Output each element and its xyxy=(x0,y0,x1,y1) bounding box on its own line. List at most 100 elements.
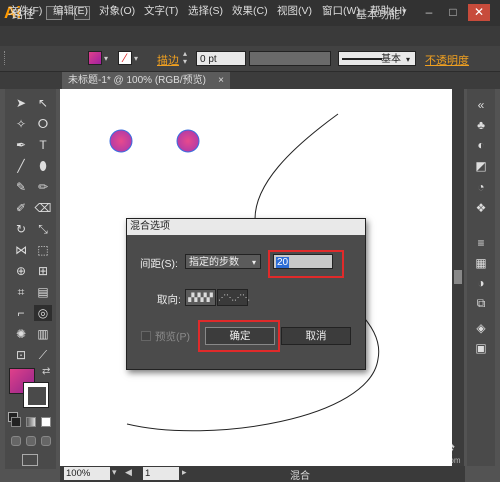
fill-swatch[interactable] xyxy=(88,51,102,65)
perspective-grid-tool-icon[interactable]: ⊞ xyxy=(34,263,52,279)
blend-tool-icon[interactable]: ◎ xyxy=(34,305,52,321)
maximize-button[interactable]: □ xyxy=(442,4,464,21)
vertical-scrollbar-thumb[interactable] xyxy=(454,270,462,284)
none-mode-icon[interactable] xyxy=(41,417,51,427)
close-button[interactable]: ✕ xyxy=(468,4,490,21)
rotate-tool-icon[interactable]: ↻ xyxy=(12,221,30,237)
graphic-styles-panel-icon[interactable]: ❖ xyxy=(472,200,490,216)
status-tool-mode: 混合 xyxy=(290,471,310,482)
next-artboard-icon[interactable]: ▸ xyxy=(182,467,187,478)
menu-edit[interactable]: 编辑(E) xyxy=(53,3,88,18)
tab-close-icon[interactable]: × xyxy=(218,72,224,89)
stroke-panel-link[interactable]: 描边 xyxy=(157,52,179,68)
selection-type-label: 路径 xyxy=(12,9,34,21)
panel-collapse-icon[interactable]: « xyxy=(472,97,490,113)
brush-label: 基本 xyxy=(381,54,401,65)
watermark-url: jingyan.baidu.com xyxy=(396,456,461,465)
eyedropper-tool-icon[interactable]: ⌐ xyxy=(12,305,30,321)
prev-artboard-icon[interactable]: ◀ xyxy=(125,467,132,478)
draw-behind-icon[interactable] xyxy=(26,436,36,446)
menu-effect[interactable]: 效果(C) xyxy=(232,3,268,18)
fill-dropdown-icon[interactable]: ▾ xyxy=(104,52,114,66)
stroke-stepper[interactable]: ▴ ▾ xyxy=(183,50,187,66)
preview-label: 预览(P) xyxy=(155,331,190,343)
lasso-tool-icon[interactable]: ⵔ xyxy=(34,116,52,132)
stroke-dropdown-icon[interactable]: ▾ xyxy=(134,52,144,66)
pen-tool-icon[interactable]: ✒ xyxy=(12,137,30,153)
menu-bar xyxy=(0,26,500,46)
stroke-weight-input[interactable]: 0 pt xyxy=(196,51,246,66)
gradient-tool-icon[interactable]: ▤ xyxy=(34,284,52,300)
line-tool-icon[interactable]: ╱ xyxy=(12,158,30,174)
menu-select[interactable]: 选择(S) xyxy=(188,3,223,18)
ok-button[interactable]: 确定 xyxy=(205,327,275,345)
align-to-path-button[interactable]: ⋰⋱⋰⋱ xyxy=(217,289,250,306)
transparency-panel-icon[interactable]: ◑ xyxy=(472,275,490,291)
color-panel-icon[interactable]: ◐ xyxy=(472,137,490,153)
preview-checkbox[interactable] xyxy=(141,331,151,341)
grip-icon xyxy=(4,51,7,65)
align-to-page-button[interactable]: ▞▞▞▞ xyxy=(185,289,216,306)
pencil-tool-icon[interactable]: ✏ xyxy=(34,179,52,195)
shape-builder-tool-icon[interactable]: ⊕ xyxy=(12,263,30,279)
brush-preview-line xyxy=(342,58,382,60)
spacing-select[interactable]: 指定的步数 ▾ xyxy=(185,254,261,269)
mesh-tool-icon[interactable]: ⌗ xyxy=(12,284,30,300)
type-tool-icon[interactable]: T xyxy=(34,137,52,153)
stroke-color-box[interactable] xyxy=(23,382,49,408)
steps-value: 20 xyxy=(276,257,290,268)
zoom-dropdown-icon[interactable]: ▾ xyxy=(112,467,117,478)
selection-tool-icon[interactable]: ➤ xyxy=(12,95,30,111)
blend-circle-right[interactable] xyxy=(176,129,200,153)
symbols-panel-icon[interactable]: ♣ xyxy=(472,117,490,133)
spacing-label: 间距(S): xyxy=(140,258,178,270)
document-tab-title: 未标题-1* @ 100% (RGB/预览) xyxy=(68,75,206,86)
cancel-button[interactable]: 取消 xyxy=(281,327,351,345)
variable-width-profile[interactable] xyxy=(249,51,331,66)
color-mode-icon[interactable] xyxy=(11,417,21,427)
symbol-sprayer-tool-icon[interactable]: ✺ xyxy=(12,326,30,342)
opacity-link[interactable]: 不透明度 xyxy=(425,52,469,68)
draw-normal-icon[interactable] xyxy=(11,436,21,446)
eraser-tool-icon[interactable]: ⌫ xyxy=(34,200,52,216)
minimize-button[interactable]: – xyxy=(418,4,440,21)
column-graph-tool-icon[interactable]: ▥ xyxy=(34,326,52,342)
status-bar xyxy=(60,466,465,482)
stroke-panel-icon[interactable]: ≡ xyxy=(472,235,490,251)
stroke-swatch[interactable]: ⁄ xyxy=(118,51,132,65)
menu-window[interactable]: 窗口(W) xyxy=(322,3,360,18)
color-guide-panel-icon[interactable]: ◩ xyxy=(472,158,490,174)
menu-object[interactable]: 对象(O) xyxy=(99,3,135,18)
orientation-label: 取向: xyxy=(157,294,181,306)
dialog-title: 混合选项 xyxy=(127,219,365,235)
slice-tool-icon[interactable]: ⟋ xyxy=(34,347,52,363)
screen-mode-icon[interactable] xyxy=(22,454,38,466)
document-tab[interactable]: 未标题-1* @ 100% (RGB/预览) × xyxy=(62,72,230,89)
width-tool-icon[interactable]: ⋈ xyxy=(12,242,30,258)
draw-inside-icon[interactable] xyxy=(41,436,51,446)
gradient-panel-icon[interactable]: ▦ xyxy=(472,255,490,271)
scale-tool-icon[interactable]: ⤡ xyxy=(34,221,52,237)
blend-circle-left[interactable] xyxy=(109,129,133,153)
magic-wand-tool-icon[interactable]: ✧ xyxy=(12,116,30,132)
artboard-number-select[interactable]: 1 xyxy=(143,467,179,480)
gradient-mode-icon[interactable] xyxy=(26,417,36,427)
artboard-tool-icon[interactable]: ⊡ xyxy=(12,347,30,363)
ellipse-tool-icon[interactable]: ⬮ xyxy=(34,158,52,174)
direct-selection-tool-icon[interactable]: ↖ xyxy=(34,95,52,111)
artboards-panel-icon[interactable]: ⧉ xyxy=(472,295,490,311)
menu-view[interactable]: 视图(V) xyxy=(277,3,312,18)
spacing-dropdown-icon: ▾ xyxy=(251,258,256,267)
blob-brush-tool-icon[interactable]: ✐ xyxy=(12,200,30,216)
spacing-selected-value: 指定的步数 xyxy=(189,257,239,268)
layers-panel-icon[interactable]: ◈ xyxy=(472,320,490,336)
appearance-panel-icon[interactable]: ◔ xyxy=(472,179,490,195)
zoom-level-select[interactable]: 100% xyxy=(64,467,110,480)
paintbrush-tool-icon[interactable]: ✎ xyxy=(12,179,30,195)
menu-type[interactable]: 文字(T) xyxy=(144,3,178,18)
swap-colors-icon[interactable]: ⇄ xyxy=(42,366,50,377)
links-panel-icon[interactable]: ▣ xyxy=(472,340,490,356)
menu-help[interactable]: 帮助(H) xyxy=(370,3,406,18)
steps-input[interactable]: 20 xyxy=(273,254,333,269)
free-transform-tool-icon[interactable]: ⬚ xyxy=(34,242,52,258)
